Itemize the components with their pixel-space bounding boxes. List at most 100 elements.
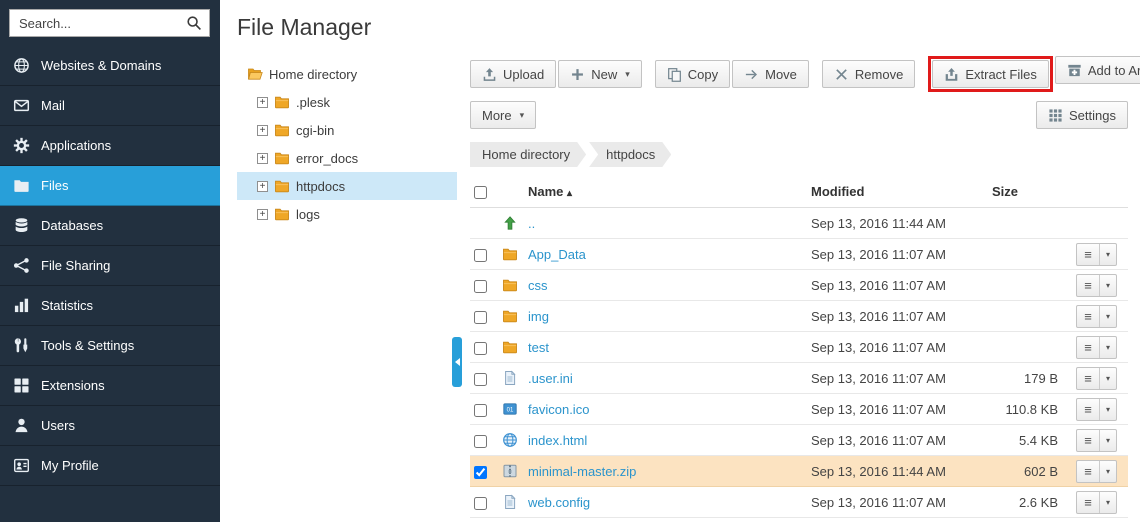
row-checkbox[interactable] (474, 435, 487, 448)
sidebar-item-mail[interactable]: Mail (0, 86, 220, 126)
menu-icon: ≡ (1077, 461, 1100, 482)
search-icon[interactable] (186, 15, 202, 31)
row-actions-cell: ≡▾ (1072, 332, 1128, 363)
new-button[interactable]: New▾ (558, 60, 642, 88)
row-checkbox[interactable] (474, 280, 487, 293)
file-link[interactable]: minimal-master.zip (528, 464, 636, 479)
row-actions-menu-button[interactable]: ≡▾ (1076, 460, 1117, 483)
expand-plus-icon[interactable]: + (257, 125, 268, 136)
file-link[interactable]: favicon.ico (528, 402, 589, 417)
tree-item-logs[interactable]: +logs (237, 200, 457, 228)
file-link[interactable]: css (528, 278, 548, 293)
row-actions-menu-button[interactable]: ≡▾ (1076, 367, 1117, 390)
tree-collapse-handle[interactable] (452, 337, 462, 387)
sidebar-item-websites-domains[interactable]: Websites & Domains (0, 46, 220, 86)
add-to-archive-button[interactable]: Add to Archive (1055, 56, 1140, 84)
select-all-checkbox[interactable] (474, 186, 487, 199)
sidebar-item-extensions[interactable]: Extensions (0, 366, 220, 406)
extract-files-button[interactable]: Extract Files (932, 60, 1049, 88)
checkbox-cell (470, 208, 498, 239)
sidebar-item-tools-settings[interactable]: Tools & Settings (0, 326, 220, 366)
file-size: 5.4 KB (992, 425, 1072, 456)
file-link[interactable]: .. (528, 216, 535, 231)
extract-icon (944, 67, 959, 82)
upload-button[interactable]: Upload (470, 60, 556, 88)
actions-column-header (1072, 176, 1128, 208)
sidebar-item-file-sharing[interactable]: File Sharing (0, 246, 220, 286)
search-box (9, 9, 210, 37)
file-icon (502, 494, 518, 510)
expand-plus-icon[interactable]: + (257, 209, 268, 220)
row-checkbox[interactable] (474, 373, 487, 386)
checkbox-cell (470, 394, 498, 425)
tree-item-plesk[interactable]: +.plesk (237, 88, 457, 116)
annotation-highlight-box: Extract Files (928, 56, 1053, 92)
modified-date: Sep 13, 2016 11:07 AM (807, 487, 992, 518)
more-button[interactable]: More▾ (470, 101, 536, 129)
row-actions-menu-button[interactable]: ≡▾ (1076, 336, 1117, 359)
profile-icon (13, 457, 30, 474)
tree-item-cgi-bin[interactable]: +cgi-bin (237, 116, 457, 144)
tree-root-home-directory[interactable]: Home directory (237, 60, 457, 88)
row-actions-menu-button[interactable]: ≡▾ (1076, 274, 1117, 297)
row-checkbox[interactable] (474, 342, 487, 355)
row-actions-cell: ≡▾ (1072, 239, 1128, 270)
remove-button[interactable]: Remove (822, 60, 915, 88)
row-actions-menu-button[interactable]: ≡▾ (1076, 243, 1117, 266)
breadcrumb-item-home-directory[interactable]: Home directory (470, 142, 586, 167)
row-checkbox[interactable] (474, 249, 487, 262)
size-column-header[interactable]: Size (992, 176, 1072, 208)
caret-down-icon: ▾ (1100, 461, 1116, 482)
tree-item-httpdocs[interactable]: +httpdocs (237, 172, 457, 200)
row-actions-cell: ≡▾ (1072, 425, 1128, 456)
file-row-minimal-master-zip: minimal-master.zipSep 13, 2016 11:44 AM6… (470, 456, 1128, 487)
row-actions-menu-button[interactable]: ≡▾ (1076, 305, 1117, 328)
plesk-app: Websites & DomainsMailApplicationsFiles D… (0, 0, 1140, 522)
sidebar-item-statistics[interactable]: Statistics (0, 286, 220, 326)
row-checkbox[interactable] (474, 466, 487, 479)
file-size: 602 B (992, 456, 1072, 487)
file-type-cell (498, 456, 524, 487)
settings-button[interactable]: Settings (1036, 101, 1128, 129)
expand-plus-icon[interactable]: + (257, 153, 268, 164)
row-actions-menu-button[interactable]: ≡▾ (1076, 491, 1117, 514)
breadcrumb-item-httpdocs[interactable]: httpdocs (589, 142, 671, 167)
file-row-web-config: web.configSep 13, 2016 11:07 AM2.6 KB≡▾ (470, 487, 1128, 518)
name-column-header[interactable]: Name ▴ (524, 176, 807, 208)
file-link[interactable]: index.html (528, 433, 587, 448)
row-checkbox[interactable] (474, 404, 487, 417)
tools-icon (13, 337, 30, 354)
user-icon (13, 417, 30, 434)
expand-plus-icon[interactable]: + (257, 181, 268, 192)
sidebar-item-label: Databases (41, 218, 103, 233)
row-actions-cell: ≡▾ (1072, 487, 1128, 518)
sidebar-item-applications[interactable]: Applications (0, 126, 220, 166)
sidebar-item-users[interactable]: Users (0, 406, 220, 446)
sidebar-item-databases[interactable]: Databases (0, 206, 220, 246)
file-name-cell: App_Data (524, 239, 807, 270)
row-actions-menu-button[interactable]: ≡▾ (1076, 398, 1117, 421)
sidebar-item-label: Statistics (41, 298, 93, 313)
sidebar-item-my-profile[interactable]: My Profile (0, 446, 220, 486)
file-link[interactable]: test (528, 340, 549, 355)
move-button[interactable]: Move (732, 60, 809, 88)
copy-button[interactable]: Copy (655, 60, 730, 88)
sidebar-item-label: File Sharing (41, 258, 110, 273)
tree-item-label: error_docs (296, 151, 358, 166)
file-link[interactable]: App_Data (528, 247, 586, 262)
row-actions-menu-button[interactable]: ≡▾ (1076, 429, 1117, 452)
file-link[interactable]: web.config (528, 495, 590, 510)
tree-item-error-docs[interactable]: + error_docs (237, 144, 457, 172)
file-link[interactable]: .user.ini (528, 371, 573, 386)
row-checkbox[interactable] (474, 497, 487, 510)
file-row-user-ini: .user.iniSep 13, 2016 11:07 AM179 B≡▾ (470, 363, 1128, 394)
add-to-archive-label: Add to Archive (1088, 63, 1140, 78)
sidebar-item-files[interactable]: Files (0, 166, 220, 206)
search-input[interactable] (17, 15, 186, 32)
file-row-index-html: index.htmlSep 13, 2016 11:07 AM5.4 KB≡▾ (470, 425, 1128, 456)
expand-plus-icon[interactable]: + (257, 97, 268, 108)
row-checkbox[interactable] (474, 311, 487, 324)
modified-column-header[interactable]: Modified (807, 176, 992, 208)
file-link[interactable]: img (528, 309, 549, 324)
caret-down-icon: ▾ (1100, 306, 1116, 327)
